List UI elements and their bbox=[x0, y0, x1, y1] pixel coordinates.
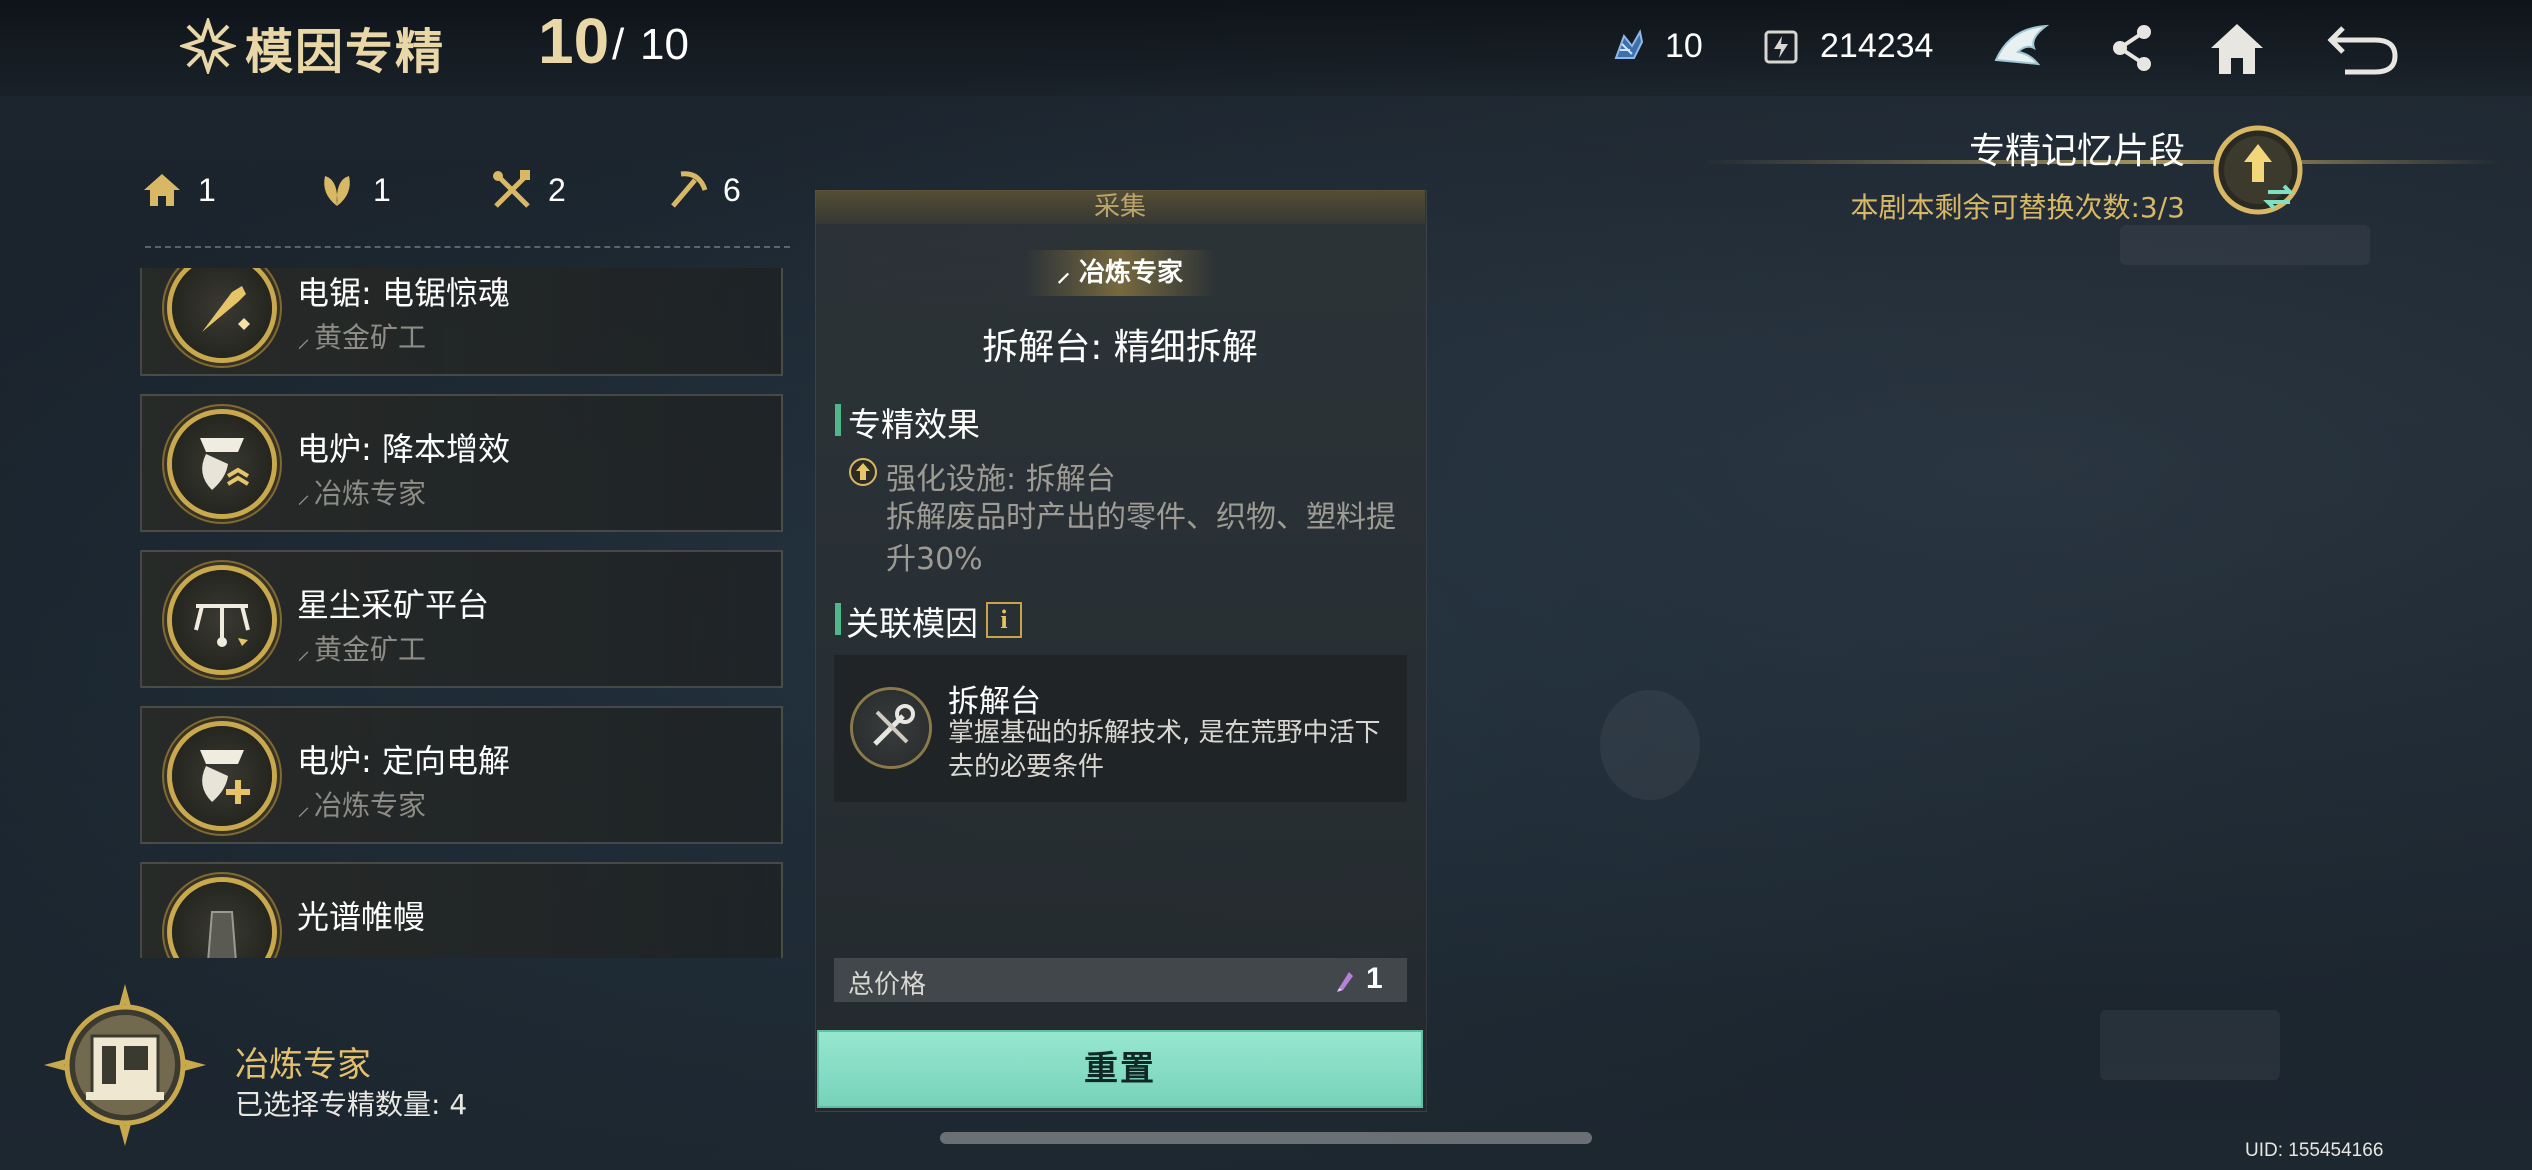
memory-swap-icon[interactable] bbox=[2210, 122, 2306, 218]
crystal-count: 10 bbox=[1665, 27, 1703, 65]
filter-mining-count: 6 bbox=[723, 171, 741, 208]
page-title: 模因专精 bbox=[245, 24, 446, 80]
memory-fragment-title: 专精记忆片段 bbox=[1968, 131, 2185, 172]
effect-facility: 强化设施: 拆解台 bbox=[886, 462, 1116, 497]
item-sub: ⸝ 黄金矿工 bbox=[297, 628, 426, 668]
meme-logo-icon bbox=[180, 18, 236, 74]
item-sub-label: 冶炼专家 bbox=[314, 477, 427, 510]
info-icon[interactable]: i bbox=[986, 602, 1022, 638]
energy-icon bbox=[1764, 30, 1798, 64]
item-medal bbox=[172, 882, 272, 958]
item-sub-label: 黄金矿工 bbox=[314, 321, 427, 354]
spec-count-max: 10 bbox=[640, 20, 689, 69]
effect-description: 拆解废品时产出的零件、织物、塑料提升30% bbox=[886, 500, 1396, 577]
divider bbox=[145, 246, 790, 248]
price-value: 1 bbox=[1366, 962, 1383, 995]
filter-base-count: 1 bbox=[198, 171, 216, 208]
effect-section-title: 专精效果 bbox=[848, 405, 980, 444]
related-section-title: 关联模因 bbox=[846, 604, 978, 643]
back-icon[interactable] bbox=[2325, 18, 2401, 78]
energy-count: 214234 bbox=[1820, 27, 1934, 65]
filter-tools-count: 2 bbox=[548, 171, 566, 208]
item-sub: ⸝ 冶炼专家 bbox=[297, 784, 426, 824]
item-sub: ⸝ 冶炼专家 bbox=[297, 472, 426, 512]
item-medal bbox=[172, 726, 272, 826]
item-sub: ⸝ 黄金矿工 bbox=[297, 316, 426, 356]
item-medal bbox=[172, 268, 272, 358]
item-medal bbox=[172, 414, 272, 514]
memory-swap-remaining: 本剧本剩余可替换次数:3/3 bbox=[1850, 191, 2186, 224]
spec-count-current: 10 bbox=[538, 5, 610, 77]
list-item[interactable]: 光谱帷幔 bbox=[140, 862, 783, 958]
home-indicator[interactable] bbox=[940, 1132, 1592, 1144]
item-medal bbox=[172, 570, 272, 670]
profession-badge: ⸝ 冶炼专家 bbox=[1025, 250, 1215, 296]
item-name: 星尘采矿平台 bbox=[297, 586, 490, 624]
item-sub-label: 黄金矿工 bbox=[314, 633, 427, 666]
item-sub-label: 冶炼专家 bbox=[314, 789, 427, 822]
section-marker bbox=[835, 404, 841, 436]
filter-mining[interactable]: 6 bbox=[665, 165, 741, 215]
filter-base[interactable]: 1 bbox=[140, 165, 216, 215]
smelter-emblem-icon bbox=[44, 984, 206, 1146]
blurred-background bbox=[2100, 1010, 2280, 1080]
home-icon[interactable] bbox=[2205, 18, 2269, 78]
furnace-plus-icon bbox=[200, 750, 250, 804]
profession-badge-label: 冶炼专家 bbox=[1079, 258, 1184, 288]
pickaxe-icon bbox=[671, 171, 708, 208]
item-name: 电锯: 电锯惊魂 bbox=[297, 274, 510, 312]
filter-gather-count: 1 bbox=[373, 171, 391, 208]
disassembly-medal bbox=[853, 690, 929, 766]
list-item[interactable]: 电锯: 电锯惊魂 ⸝ 黄金矿工 bbox=[140, 268, 783, 376]
price-label: 总价格 bbox=[848, 970, 927, 1000]
filter-gather[interactable]: 1 bbox=[315, 165, 391, 215]
blurred-background bbox=[1600, 690, 1700, 800]
house-icon bbox=[144, 174, 180, 206]
item-name: 光谱帷幔 bbox=[297, 898, 426, 936]
pickaxe-icon: ⸝ bbox=[297, 636, 311, 666]
chainsaw-icon bbox=[202, 286, 250, 332]
share-icon[interactable] bbox=[2100, 18, 2164, 78]
spectrum-curtain-icon bbox=[207, 911, 237, 958]
pickaxe-icon: ⸝ bbox=[297, 480, 311, 510]
blurred-background bbox=[2120, 225, 2370, 265]
gene-description: 掌握基础的拆解技术, 是在荒野中活下去的必要条件 bbox=[948, 718, 1381, 782]
list-item[interactable]: 电炉: 定向电解 ⸝ 冶炼专家 bbox=[140, 706, 783, 844]
user-id: UID: 155454166 bbox=[2245, 1140, 2384, 1161]
pickaxe-icon: ⸝ bbox=[297, 792, 311, 822]
furnace-icon bbox=[200, 438, 250, 490]
memory-shard-icon bbox=[1337, 972, 1353, 992]
selected-spec-count: 已选择专精数量: 4 bbox=[235, 1088, 468, 1121]
emblem-icon[interactable] bbox=[1990, 18, 2054, 78]
spec-count-separator: / bbox=[612, 20, 625, 69]
item-name: 电炉: 降本增效 bbox=[297, 430, 510, 468]
tools-icon bbox=[493, 170, 530, 208]
pickaxe-icon: ⸝ bbox=[297, 324, 311, 354]
pickaxe-icon: ⸝ bbox=[1056, 258, 1080, 288]
reset-button[interactable]: 重置 bbox=[817, 1030, 1423, 1108]
item-name: 电炉: 定向电解 bbox=[297, 742, 510, 780]
profession-name: 冶炼专家 bbox=[235, 1045, 371, 1085]
upgrade-icon bbox=[849, 458, 877, 486]
gene-name: 拆解台 bbox=[948, 684, 1041, 720]
leaf-icon bbox=[324, 176, 350, 206]
crystal-icon bbox=[1614, 29, 1644, 59]
category-label: 采集 bbox=[1093, 192, 1146, 222]
mining-platform-icon bbox=[194, 604, 250, 647]
list-item[interactable]: 星尘采矿平台 ⸝ 黄金矿工 bbox=[140, 550, 783, 688]
list-item[interactable]: 电炉: 降本增效 ⸝ 冶炼专家 bbox=[140, 394, 783, 532]
wrench-icon bbox=[873, 704, 915, 746]
spec-title: 拆解台: 精细拆解 bbox=[982, 327, 1258, 368]
section-marker bbox=[835, 603, 841, 635]
filter-tools[interactable]: 2 bbox=[490, 165, 566, 215]
spec-list[interactable]: 电锯: 电锯惊魂 ⸝ 黄金矿工 电炉: 降本增效 ⸝ 冶炼专家 星尘采矿平台 ⸝ 黄金… bbox=[140, 268, 785, 958]
